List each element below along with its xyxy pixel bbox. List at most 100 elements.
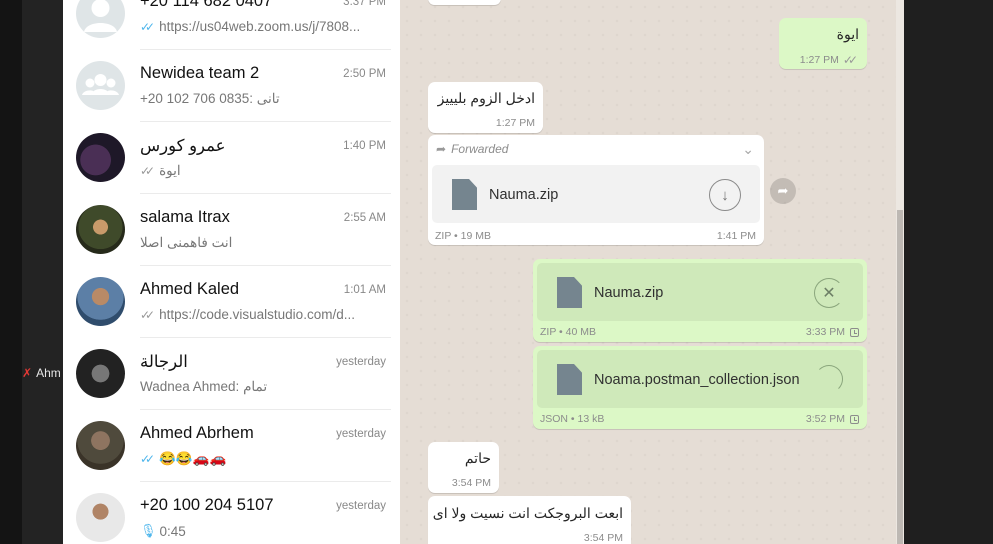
message-bubble-incoming[interactable]: حاتم 3:54 PM (428, 442, 499, 493)
file-icon (557, 364, 582, 395)
file-meta: JSON • 13 kB (540, 413, 605, 425)
microphone-icon: 🎙 (140, 523, 157, 538)
chat-list-item[interactable]: salama Itrax 2:55 AM انت فاهمنى اصلا (63, 194, 400, 266)
message-time: 3:33 PM (806, 326, 859, 338)
message-meta: 1:27 PM ✓✓ (800, 53, 859, 67)
message-bubble-incoming-file[interactable]: ➦ Forwarded ⌄ Nauma.zip ↓ ZIP • 19 MB 1:… (428, 135, 764, 245)
chevron-down-icon[interactable]: ⌄ (742, 141, 754, 158)
message-bubble-outgoing[interactable]: ايوة 1:27 PM ✓✓ (779, 18, 867, 69)
file-icon (452, 179, 477, 210)
message-text: حاتم (464, 450, 491, 466)
message-time: 3:52 PM (806, 413, 859, 425)
read-receipt-icon: ✓✓ (140, 19, 155, 34)
zoom-panel (22, 0, 63, 544)
message-time: 1:27 PM (799, 54, 839, 66)
clock-pending-icon (850, 414, 859, 424)
upload-spinner-icon[interactable] (815, 365, 843, 393)
chat-preview-text: 0:45 (159, 523, 186, 539)
chat-preview-text: https://code.visualstudio.com/d... (159, 307, 355, 322)
chat-preview-text: 😂😂🚗🚗 (159, 451, 227, 466)
forward-share-icon[interactable]: ➦ (770, 178, 796, 204)
chat-list[interactable]: +20 114 682 0407 3:37 PM ✓✓ https://us04… (63, 0, 400, 544)
message-text: ابعت البروجكت انت نسيت ولا اى (432, 505, 623, 521)
chat-name: الرجالة (140, 353, 188, 371)
contact-avatar (76, 205, 125, 254)
chat-name: Newidea team 2 (140, 64, 260, 82)
chat-preview: انت فاهمنى اصلا (140, 235, 232, 251)
message-bubble-incoming[interactable] (428, 0, 501, 5)
zoom-right-background (904, 0, 993, 544)
chat-preview: 🎙 0:45 (140, 523, 186, 539)
chat-list-item[interactable]: Ahmed Kaled 1:01 AM ✓✓ https://code.visu… (63, 266, 400, 338)
chat-preview-text: انت فاهمنى اصلا (140, 235, 233, 250)
chat-name: عمرو كورس (140, 137, 226, 155)
chat-time: 2:50 PM (343, 68, 386, 80)
forwarded-label: ➦ Forwarded (436, 142, 509, 156)
chat-list-item[interactable]: +20 114 682 0407 3:37 PM ✓✓ https://us04… (63, 0, 400, 50)
forward-arrow-icon: ➦ (436, 142, 447, 156)
zoom-participant-label[interactable]: ✗ Ahm (22, 364, 61, 382)
message-bubble-outgoing-file[interactable]: Noama.postman_collection.json JSON • 13 … (533, 346, 867, 429)
message-bubble-incoming[interactable]: ادخل الزوم بليييز 1:27 PM (428, 82, 543, 133)
scrollbar-thumb[interactable] (897, 210, 903, 544)
file-name: Nauma.zip (594, 285, 664, 301)
message-time: 3:54 PM (451, 477, 491, 489)
chat-list-item[interactable]: +20 100 204 5107 yesterday 🎙 0:45 (63, 482, 400, 544)
zoom-left-edge (0, 0, 22, 544)
chat-name: Ahmed Kaled (140, 280, 240, 298)
message-meta: 1:27 PM (496, 117, 535, 129)
group-avatar (76, 349, 125, 398)
contact-avatar (76, 133, 125, 182)
chat-time: 1:40 PM (343, 140, 386, 152)
chat-name: salama Itrax (140, 208, 230, 226)
chat-preview-text: Wadnea Ahmed: تمام (140, 379, 268, 394)
chat-time: yesterday (336, 428, 386, 440)
chat-preview: +20 102 706 0835: تانى (140, 91, 280, 107)
file-icon (557, 277, 582, 308)
chat-preview: ✓✓ https://code.visualstudio.com/d... (140, 307, 355, 322)
chat-time: 2:55 AM (343, 212, 386, 224)
message-text: ادخل الزوم بليييز (437, 90, 535, 106)
chat-preview-text: https://us04web.zoom.us/j/7808... (159, 19, 361, 34)
message-text: ايوة (836, 26, 859, 42)
chat-list-item[interactable]: Newidea team 2 2:50 PM +20 102 706 0835:… (63, 50, 400, 122)
default-group-icon (76, 61, 125, 110)
chat-list-item[interactable]: الرجالة yesterday Wadnea Ahmed: تمام (63, 338, 400, 410)
chat-preview: ✓✓ 😂😂🚗🚗 (140, 451, 226, 467)
cancel-upload-icon[interactable]: ✕ (814, 278, 844, 308)
file-name: Noama.postman_collection.json (594, 372, 800, 388)
chat-name: +20 100 204 5107 (140, 496, 274, 514)
message-bubble-incoming[interactable]: ابعت البروجكت انت نسيت ولا اى 3:54 PM (428, 496, 631, 544)
message-time: 3:54 PM (583, 532, 623, 544)
read-receipt-icon: ✓✓ (140, 452, 155, 466)
message-meta: 3:54 PM (584, 532, 623, 544)
download-icon[interactable]: ↓ (709, 179, 741, 211)
contact-avatar (76, 421, 125, 470)
chat-list-item[interactable]: Ahmed Abrhem yesterday ✓✓ 😂😂🚗🚗 (63, 410, 400, 482)
participant-name: Ahm (36, 366, 61, 380)
chat-time: yesterday (336, 500, 386, 512)
file-name: Nauma.zip (489, 187, 559, 203)
mic-muted-icon: ✗ (22, 366, 33, 380)
delivered-receipt-icon: ✓✓ (140, 307, 155, 322)
chat-time: yesterday (336, 356, 386, 368)
default-user-icon (76, 0, 125, 38)
chat-preview-text: ايوة (159, 163, 181, 178)
chat-list-item[interactable]: عمرو كورس 1:40 PM ✓✓ ايوة (63, 122, 400, 194)
chat-time: 1:01 AM (343, 284, 386, 296)
message-time: 1:41 PM (716, 230, 756, 242)
message-bubble-outgoing-file[interactable]: Nauma.zip ✕ ZIP • 40 MB 3:33 PM (533, 259, 867, 342)
clock-pending-icon (850, 327, 859, 337)
file-meta: ZIP • 40 MB (540, 326, 597, 338)
file-attachment[interactable]: Nauma.zip ✕ (537, 263, 863, 321)
chat-preview-text: +20 102 706 0835: تانى (140, 91, 280, 106)
file-attachment[interactable]: Nauma.zip ↓ (432, 165, 760, 223)
chat-preview: ✓✓ ايوة (140, 163, 181, 179)
contact-avatar (76, 277, 125, 326)
chat-name: Ahmed Abrhem (140, 424, 254, 442)
file-attachment[interactable]: Noama.postman_collection.json (537, 350, 863, 408)
contact-avatar (76, 493, 125, 542)
delivered-receipt-icon: ✓✓ (140, 164, 155, 178)
message-time: 1:27 PM (495, 117, 535, 129)
delivered-receipt-icon: ✓✓ (842, 53, 858, 67)
